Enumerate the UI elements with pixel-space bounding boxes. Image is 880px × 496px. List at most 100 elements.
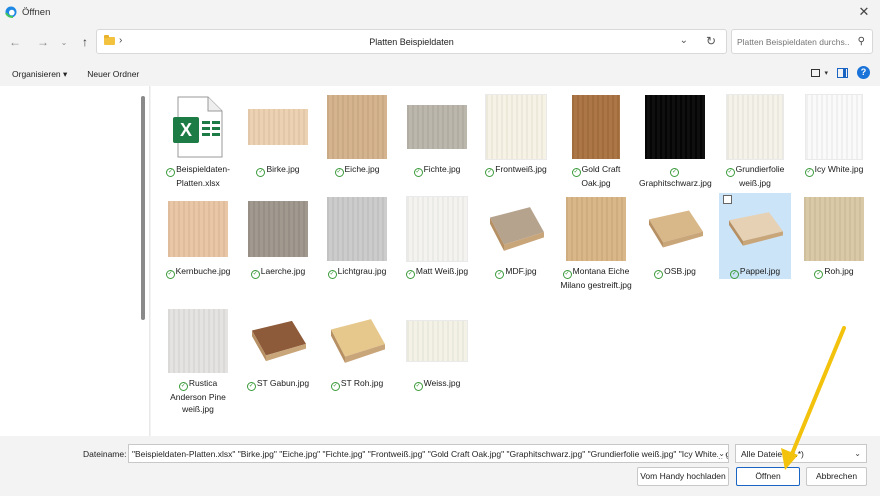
image-thumbnail [168, 309, 228, 373]
file-item[interactable]: ✓ Lichtgrau.jpg [321, 193, 393, 279]
chevron-down-icon[interactable]: ⌄ [718, 449, 725, 458]
file-item[interactable]: ✓ Weiss.jpg [401, 305, 473, 391]
chevron-down-icon[interactable]: ▾ [824, 69, 828, 77]
upload-from-phone-button[interactable]: Vom Handy hochladen [637, 467, 729, 486]
command-toolbar: Organisieren ▾ Neuer Ordner ▾ ? [0, 62, 880, 86]
file-list[interactable]: X ✓ Beispieldaten-Platten.xlsx ✓ Birke.jpg ✓ E… [151, 86, 880, 436]
file-item[interactable]: ✓ Frontweiß.jpg [480, 91, 552, 177]
file-thumbnail-wrapper [162, 305, 234, 377]
file-thumbnail-wrapper: X [162, 91, 234, 163]
file-item[interactable]: ✓ MDF.jpg [480, 193, 552, 279]
image-thumbnail [806, 95, 862, 159]
file-name-text: Roh.jpg [824, 266, 854, 276]
selection-checkbox[interactable] [723, 195, 732, 204]
image-thumbnail [407, 105, 467, 149]
file-item[interactable]: ✓ ST Roh.jpg [321, 305, 393, 391]
file-item[interactable]: ✓ Fichte.jpg [401, 91, 473, 177]
navigation-pane-scrollbar[interactable] [141, 96, 145, 320]
organize-menu-button[interactable]: Organisieren ▾ [12, 69, 67, 80]
sync-status-check-icon: ✓ [814, 270, 824, 279]
file-thumbnail-wrapper [798, 193, 870, 265]
back-arrow-icon[interactable]: ← [5, 32, 25, 52]
file-thumbnail-wrapper [480, 193, 552, 265]
file-name-label: ✓ Gold Craft Oak.jpg [560, 163, 632, 189]
search-icon[interactable]: ⚲ [858, 36, 865, 47]
file-item[interactable]: ✓ Gold Craft Oak.jpg [560, 91, 632, 189]
sync-status-check-icon: ✓ [334, 168, 344, 177]
file-item[interactable]: X ✓ Beispieldaten-Platten.xlsx [162, 91, 234, 189]
help-icon[interactable]: ? [857, 66, 870, 79]
file-name-label: ✓ Roh.jpg [798, 265, 870, 279]
chevron-down-icon[interactable]: ⌄ [680, 35, 688, 46]
image-thumbnail [804, 197, 864, 261]
image-thumbnail [486, 203, 546, 255]
image-thumbnail [327, 315, 387, 367]
file-name-text: ST Roh.jpg [340, 378, 384, 388]
file-name-label: ✓ Icy White.jpg [798, 163, 870, 177]
file-name-label: ✓ Lichtgrau.jpg [321, 265, 393, 279]
recent-locations-chevron-icon[interactable]: ⌄ [54, 32, 74, 52]
forward-arrow-icon[interactable]: → [33, 32, 53, 52]
image-thumbnail [645, 95, 705, 159]
image-thumbnail [566, 197, 626, 261]
navigation-pane[interactable] [0, 86, 150, 436]
file-name-label: ✓ Beispieldaten-Platten.xlsx [162, 163, 234, 189]
file-item[interactable]: ✓ Kernbuche.jpg [162, 193, 234, 279]
file-name-label: ✓ Rustica Anderson Pine weiß.jpg [162, 377, 234, 415]
filename-field[interactable]: "Beispieldaten-Platten.xlsx" "Birke.jpg"… [128, 444, 729, 463]
image-thumbnail [407, 197, 467, 261]
cancel-button[interactable]: Abbrechen [806, 467, 867, 486]
filetype-select[interactable]: Alle Dateien (*.*) ⌄ [735, 444, 867, 463]
sync-status-check-icon: ✓ [250, 270, 260, 279]
sync-status-check-icon: ✓ [729, 270, 739, 279]
file-item[interactable]: ✓ Roh.jpg [798, 193, 870, 279]
file-item[interactable]: ✓ Rustica Anderson Pine weiß.jpg [162, 305, 234, 415]
file-item[interactable]: ✓ Matt Weiß.jpg [401, 193, 473, 279]
file-name-text: Graphitschwarz.jpg [639, 178, 712, 188]
title-bar: Öffnen ✕ [0, 0, 880, 24]
file-item[interactable]: ✓ Pappel.jpg [719, 193, 791, 279]
file-name-text: Grundierfolie weiß.jpg [735, 164, 785, 188]
file-thumbnail-wrapper [162, 193, 234, 265]
file-name-label: ✓ Pappel.jpg [719, 265, 791, 279]
view-mode-icon[interactable] [811, 68, 821, 77]
file-item[interactable]: ✓ Birke.jpg [242, 91, 314, 177]
file-name-text: Gold Craft Oak.jpg [581, 164, 621, 188]
sync-status-check-icon: ✓ [485, 168, 495, 177]
up-arrow-icon[interactable]: ↑ [75, 32, 95, 52]
file-thumbnail-wrapper [401, 91, 473, 163]
file-item[interactable]: ✓ Icy White.jpg [798, 91, 870, 177]
address-bar[interactable]: › Platten Beispieldaten ⌄ ↻ [96, 29, 727, 54]
image-thumbnail [248, 317, 308, 365]
sync-status-check-icon: ✓ [256, 168, 266, 177]
file-item[interactable]: ✓ Montana Eiche Milano gestreift.jpg [560, 193, 632, 291]
navigation-bar: ← → ⌄ ↑ › Platten Beispieldaten ⌄ ↻ ⚲ [0, 24, 880, 60]
file-item[interactable]: ✓ Grundierfolie weiß.jpg [719, 91, 791, 189]
sync-status-check-icon: ✓ [495, 270, 505, 279]
chevron-down-icon[interactable]: ⌄ [854, 449, 861, 458]
new-folder-button[interactable]: Neuer Ordner [87, 69, 139, 79]
search-input[interactable] [732, 30, 850, 53]
image-thumbnail [168, 201, 228, 257]
filename-value[interactable]: "Beispieldaten-Platten.xlsx" "Birke.jpg"… [132, 449, 728, 459]
file-name-label: ✓ Fichte.jpg [401, 163, 473, 177]
close-icon[interactable]: ✕ [856, 4, 872, 20]
file-thumbnail-wrapper [242, 193, 314, 265]
address-path[interactable]: Platten Beispieldaten [97, 37, 726, 47]
search-box[interactable]: ⚲ [731, 29, 873, 54]
file-item[interactable]: ✓ ST Gabun.jpg [242, 305, 314, 391]
file-name-text: Beispieldaten-Platten.xlsx [176, 164, 230, 188]
file-name-label: ✓ Kernbuche.jpg [162, 265, 234, 279]
sync-status-check-icon: ✓ [670, 168, 679, 177]
excel-file-icon: X [173, 96, 223, 158]
file-item[interactable]: ✓ OSB.jpg [639, 193, 711, 279]
open-button[interactable]: Öffnen [736, 467, 800, 486]
file-name-text: Pappel.jpg [739, 266, 781, 276]
file-item[interactable]: ✓ Laerche.jpg [242, 193, 314, 279]
file-thumbnail-wrapper [321, 305, 393, 377]
refresh-icon[interactable]: ↻ [706, 34, 716, 48]
file-name-text: Weiss.jpg [423, 378, 461, 388]
file-item[interactable]: ✓Graphitschwarz.jpg [639, 91, 712, 189]
preview-pane-icon[interactable] [837, 67, 848, 78]
file-item[interactable]: ✓ Eiche.jpg [321, 91, 393, 177]
